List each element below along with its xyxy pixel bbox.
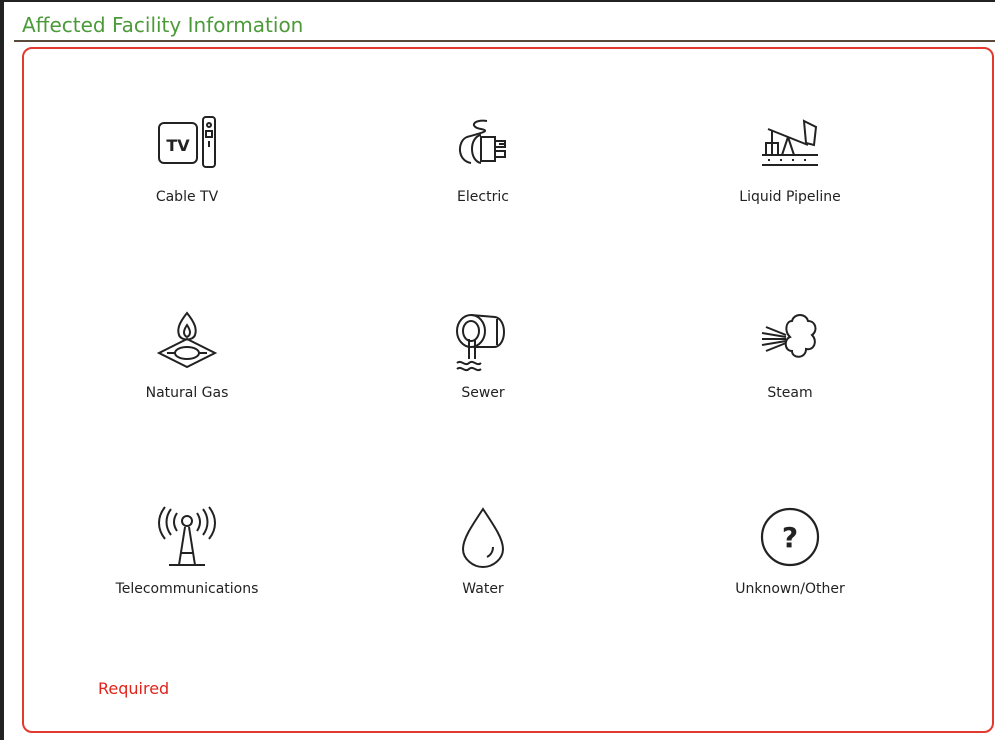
option-steam[interactable]: Steam: [680, 309, 900, 419]
option-water[interactable]: Water: [373, 505, 593, 615]
option-label: Steam: [767, 385, 813, 401]
option-cable-tv[interactable]: TV Cable TV: [77, 113, 297, 223]
facility-options-panel: TV Cable TV Electric Liquid Pipeline Nat…: [22, 47, 994, 733]
option-label: Water: [462, 581, 504, 597]
option-natural-gas[interactable]: Natural Gas: [77, 309, 297, 419]
cable-tv-icon: TV: [155, 113, 219, 177]
section-divider: [14, 40, 995, 42]
option-label: Natural Gas: [145, 385, 229, 401]
option-label: Sewer: [461, 385, 505, 401]
option-label: Cable TV: [155, 189, 219, 205]
required-validation-message: Required: [98, 679, 170, 698]
svg-text:TV: TV: [166, 136, 190, 155]
option-label: Telecommunications: [115, 581, 259, 597]
option-sewer[interactable]: Sewer: [373, 309, 593, 419]
sewer-pipe-icon: [451, 309, 515, 373]
section-title: Affected Facility Information: [22, 13, 304, 37]
question-circle-icon: ?: [758, 505, 822, 569]
option-label: Unknown/Other: [735, 581, 845, 597]
gas-flame-icon: [155, 309, 219, 373]
option-telecommunications[interactable]: Telecommunications: [77, 505, 297, 615]
option-label: Liquid Pipeline: [739, 189, 841, 205]
pumpjack-icon: [758, 113, 822, 177]
svg-text:?: ?: [782, 521, 798, 554]
steam-icon: [758, 309, 822, 373]
option-unknown-other[interactable]: ? Unknown/Other: [680, 505, 900, 615]
option-electric[interactable]: Electric: [373, 113, 593, 223]
water-drop-icon: [451, 505, 515, 569]
option-liquid-pipeline[interactable]: Liquid Pipeline: [680, 113, 900, 223]
electric-plug-icon: [451, 113, 515, 177]
option-label: Electric: [457, 189, 509, 205]
antenna-tower-icon: [155, 505, 219, 569]
